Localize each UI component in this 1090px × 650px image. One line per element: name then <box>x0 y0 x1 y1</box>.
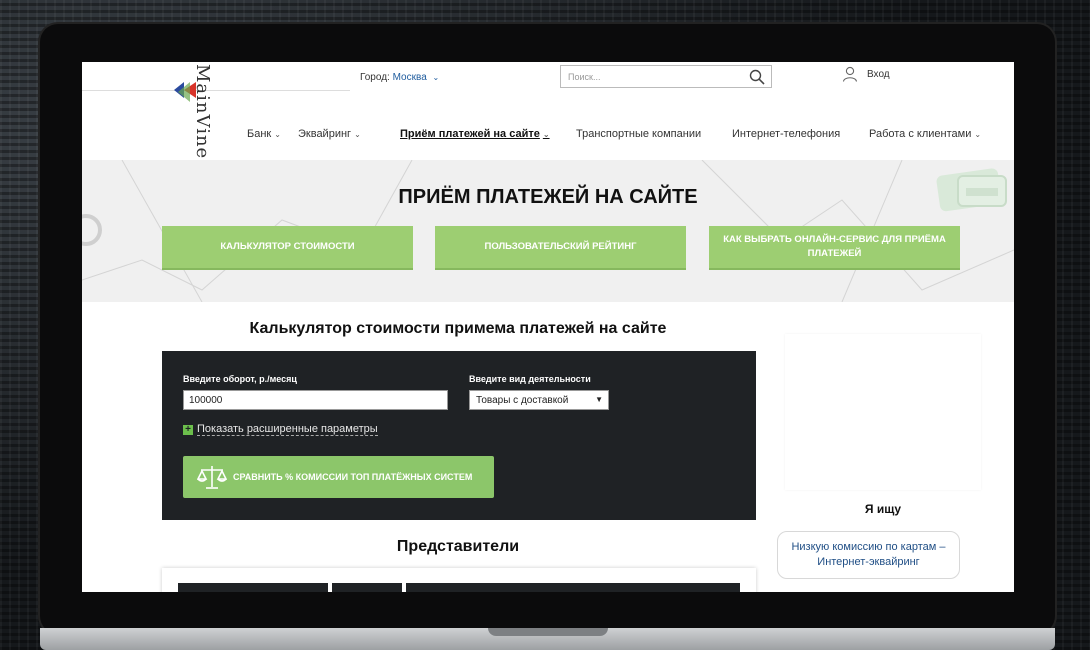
user-rating-button[interactable]: ПОЛЬЗОВАТЕЛЬСКИЙ РЕЙТИНГ <box>435 226 686 268</box>
city-value: Москва <box>392 72 427 83</box>
nav-label: Работа с клиентами <box>869 128 972 140</box>
compare-commission-label: СРАВНИТЬ % КОМИССИИ ТОП ПЛАТЁЖНЫХ СИСТЕМ <box>233 472 473 482</box>
chevron-down-icon: ⌄ <box>542 130 550 139</box>
nav-item-transport[interactable]: Транспортные компании <box>576 128 701 140</box>
hero-title: ПРИЁМ ПЛАТЕЖЕЙ НА САЙТЕ <box>398 186 698 208</box>
login-link[interactable]: Вход <box>842 66 890 82</box>
table-header-cell <box>178 583 328 592</box>
nav-label: Приём платежей на сайте <box>400 128 540 140</box>
nav-item-telephony[interactable]: Интернет-телефония <box>732 128 840 140</box>
search-input[interactable]: Поиск... <box>568 72 600 82</box>
nav-label: Банк <box>247 128 272 140</box>
search-box[interactable]: Поиск... <box>560 65 772 88</box>
chevron-down-icon: ⌄ <box>274 130 281 139</box>
laptop-base <box>40 628 1055 650</box>
nav-item-payments[interactable]: Приём платежей на сайте ⌄ <box>400 128 550 140</box>
city-label: Город: <box>360 72 390 83</box>
dropdown-arrow-icon: ▼ <box>595 395 603 404</box>
plus-icon: + <box>183 424 193 435</box>
representatives-table <box>162 568 756 592</box>
chevron-down-icon: ⌄ <box>432 73 440 82</box>
how-to-choose-button[interactable]: КАК ВЫБРАТЬ ОНЛАЙН-СЕРВИС ДЛЯ ПРИЁМА ПЛА… <box>709 226 960 268</box>
hero-section: ПРИЁМ ПЛАТЕЖЕЙ НА САЙТЕ КАЛЬКУЛЯТОР СТОИ… <box>82 160 1014 302</box>
sidebar-ad-placeholder <box>785 334 981 490</box>
calculator-button[interactable]: КАЛЬКУЛЯТОР СТОИМОСТИ <box>162 226 413 268</box>
seek-title: Я ищу <box>864 502 902 516</box>
calculator-panel: Введите оборот, р./месяц 100000 Введите … <box>162 351 756 520</box>
advanced-params-label: Показать расширенные параметры <box>197 423 378 436</box>
nav-label: Интернет-телефония <box>732 128 841 140</box>
compare-commission-button[interactable]: СРАВНИТЬ % КОМИССИИ ТОП ПЛАТЁЖНЫХ СИСТЕМ <box>183 456 494 498</box>
login-label: Вход <box>867 68 890 80</box>
search-icon[interactable] <box>749 69 765 85</box>
turnover-label: Введите оборот, р./месяц <box>183 374 297 384</box>
nav-item-acquiring[interactable]: Эквайринг ⌄ <box>298 128 361 140</box>
calculator-title: Калькулятор стоимости примема платежей н… <box>249 320 667 337</box>
logo-divider <box>82 90 350 91</box>
logo-text: MainVine <box>192 64 213 160</box>
table-header-cell <box>332 583 402 592</box>
main-nav: Банк ⌄ Эквайринг ⌄ Приём платежей на сайте… <box>82 128 1014 144</box>
nav-item-clients[interactable]: Работа с клиентами ⌄ <box>869 128 981 140</box>
activity-label: Введите вид деятельности <box>469 374 591 384</box>
representatives-title: Представители <box>396 538 520 555</box>
city-selector[interactable]: Город: Москва ⌄ <box>360 72 439 83</box>
user-icon <box>842 66 858 82</box>
chevron-down-icon: ⌄ <box>974 130 982 139</box>
site-header: MainVine Город: Москва ⌄ Поиск... Вход Б… <box>82 62 1014 160</box>
turnover-input[interactable]: 100000 <box>183 390 448 410</box>
seek-option-button[interactable]: Низкую комиссию по картам – Интернет-экв… <box>777 531 960 579</box>
scales-icon <box>197 466 227 489</box>
browser-screen: MainVine Город: Москва ⌄ Поиск... Вход Б… <box>82 62 1014 592</box>
nav-label: Эквайринг <box>298 128 352 140</box>
gear-icon <box>82 214 102 246</box>
chevron-down-icon: ⌄ <box>354 130 361 139</box>
nav-item-bank[interactable]: Банк ⌄ <box>247 128 281 140</box>
activity-select[interactable]: Товары с доставкой ▼ <box>469 390 609 410</box>
table-header-cell <box>406 583 740 592</box>
advanced-params-link[interactable]: + Показать расширенные параметры <box>183 423 378 436</box>
nav-label: Транспортные компании <box>576 128 702 140</box>
activity-selected-value: Товары с доставкой <box>476 395 569 406</box>
